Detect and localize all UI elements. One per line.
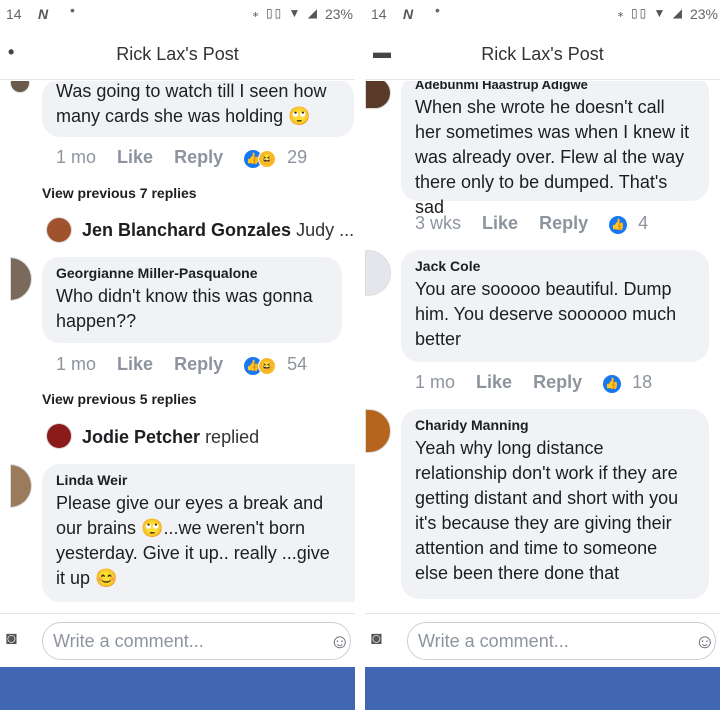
haha-reaction-icon: 😆 xyxy=(258,357,277,375)
like-button[interactable]: Like xyxy=(476,372,512,393)
comment-time: 1 mo xyxy=(56,147,97,167)
post-header: • Rick Lax's Post xyxy=(0,30,355,80)
battery-level: 23% xyxy=(324,6,353,22)
status-bar: 14 N • ⁎ ▯▯ ▼ ◢ 23% xyxy=(365,0,720,30)
camera-icon[interactable]: ◙ xyxy=(371,628,382,649)
view-previous-replies[interactable]: View previous 5 replies xyxy=(42,391,197,407)
comment-input[interactable]: Write a comment... ☺ xyxy=(407,622,716,660)
avatar[interactable] xyxy=(10,81,30,93)
comment-bubble: Charidy Manning Yeah why long distance r… xyxy=(401,409,709,599)
divider xyxy=(355,0,365,720)
reply-button[interactable]: Reply xyxy=(533,372,582,393)
reply-snippet: replied xyxy=(205,427,260,447)
system-icons: ⁎ ▯▯ ▼ ◢ xyxy=(252,6,319,20)
comment-placeholder: Write a comment... xyxy=(418,631,569,651)
reply-button[interactable]: Reply xyxy=(539,213,588,234)
battery-level: 23% xyxy=(689,6,718,22)
avatar[interactable] xyxy=(10,257,32,301)
avatar[interactable] xyxy=(365,81,391,109)
haha-reaction-icon: 😆 xyxy=(258,150,277,168)
page-title: Rick Lax's Post xyxy=(116,44,239,64)
comment-text: When she wrote he doesn't call her somet… xyxy=(415,97,690,217)
reply-author: Jodie Petcher xyxy=(82,427,201,447)
reply-button[interactable]: Reply xyxy=(174,354,223,375)
comment-text: Please give our eyes a break and our bra… xyxy=(56,493,330,588)
avatar[interactable] xyxy=(10,464,32,508)
notification-icon: N xyxy=(403,6,414,22)
reaction-icons[interactable]: 👍 xyxy=(609,214,628,235)
like-button[interactable]: Like xyxy=(117,354,153,375)
system-icons: ⁎ ▯▯ ▼ ◢ xyxy=(617,6,684,20)
comment-author[interactable]: Adebunmi Haastrup Adigwe xyxy=(415,81,695,92)
reply-author: Jen Blanchard Gonzales xyxy=(82,220,292,240)
status-dot: • xyxy=(435,2,440,18)
comment-bubble: Jack Cole You are sooooo beautiful. Dump… xyxy=(401,250,709,362)
notification-icon: N xyxy=(38,6,49,22)
comment-bubble: Linda Weir Please give our eyes a break … xyxy=(42,464,355,602)
comment-text: You are sooooo beautiful. Dump him. You … xyxy=(415,279,677,349)
comment-time: 1 mo xyxy=(415,372,456,392)
bottom-bar xyxy=(0,667,355,710)
comment-author[interactable]: Linda Weir xyxy=(56,472,341,488)
camera-icon[interactable]: ◙ xyxy=(6,628,17,649)
comment-text: Was going to watch till I seen how many … xyxy=(56,81,327,126)
comment-time: 3 wks xyxy=(415,213,462,233)
status-time: 14 xyxy=(371,6,387,22)
comment-time: 1 mo xyxy=(56,354,97,374)
comment-actions: 1 mo Like Reply 👍😆 54 xyxy=(56,354,307,376)
left-screenshot: 14 N • ⁎ ▯▯ ▼ ◢ 23% • Rick Lax's Post Wa… xyxy=(0,0,355,720)
comment-bubble: Was going to watch till I seen how many … xyxy=(42,81,354,137)
like-button[interactable]: Like xyxy=(482,213,518,234)
status-dot: • xyxy=(70,2,75,18)
avatar[interactable] xyxy=(365,250,391,296)
reaction-count[interactable]: 29 xyxy=(287,147,307,167)
view-previous-replies[interactable]: View previous 7 replies xyxy=(42,185,197,201)
reaction-count[interactable]: 4 xyxy=(638,213,648,233)
like-button[interactable]: Like xyxy=(117,147,153,168)
bottom-bar xyxy=(365,667,720,710)
avatar[interactable] xyxy=(365,409,391,453)
status-bar: 14 N • ⁎ ▯▯ ▼ ◢ 23% xyxy=(0,0,355,30)
reaction-icons[interactable]: 👍 xyxy=(603,373,622,394)
comment-composer: ◙ Write a comment... ☺ xyxy=(365,613,720,667)
comments-list: Adebunmi Haastrup Adigwe When she wrote … xyxy=(365,81,720,613)
emoji-icon[interactable]: ☺ xyxy=(330,631,350,654)
comment-author[interactable]: Jack Cole xyxy=(415,258,695,274)
like-reaction-icon: 👍 xyxy=(609,216,628,234)
emoji-icon[interactable]: ☺ xyxy=(695,631,715,654)
like-reaction-icon: 👍 xyxy=(603,375,622,393)
reply-button[interactable]: Reply xyxy=(174,147,223,168)
page-title: Rick Lax's Post xyxy=(481,44,604,64)
comment-author[interactable]: Georgianne Miller-Pasqualone xyxy=(56,265,328,281)
reply-snippet: Judy ... xyxy=(296,220,355,240)
post-header: ▬ Rick Lax's Post xyxy=(365,30,720,80)
reaction-count[interactable]: 18 xyxy=(632,372,652,392)
comment-placeholder: Write a comment... xyxy=(53,631,204,651)
status-time: 14 xyxy=(6,6,22,22)
reply-preview[interactable]: Jen Blanchard Gonzales Judy ... xyxy=(82,220,354,241)
reaction-icons[interactable]: 👍😆 xyxy=(244,148,277,169)
comment-author[interactable]: Charidy Manning xyxy=(415,417,695,433)
comment-actions: 1 mo Like Reply 👍 18 xyxy=(415,372,652,394)
comment-text: Yeah why long distance relationship don'… xyxy=(415,438,679,583)
comment-actions: 1 mo Like Reply 👍😆 29 xyxy=(56,147,307,169)
avatar[interactable] xyxy=(46,217,72,243)
comment-bubble: Adebunmi Haastrup Adigwe When she wrote … xyxy=(401,81,709,217)
reply-preview[interactable]: Jodie Petcher replied xyxy=(82,427,259,448)
comments-list: Was going to watch till I seen how many … xyxy=(0,81,355,613)
comment-text: Who didn't know this was gonna happen?? xyxy=(56,286,313,331)
avatar[interactable] xyxy=(46,423,72,449)
reaction-count[interactable]: 54 xyxy=(287,354,307,374)
reaction-icons[interactable]: 👍😆 xyxy=(244,355,277,376)
comment-composer: ◙ Write a comment... ☺ xyxy=(0,613,355,667)
right-screenshot: 14 N • ⁎ ▯▯ ▼ ◢ 23% ▬ Rick Lax's Post Ad… xyxy=(365,0,720,720)
comment-input[interactable]: Write a comment... ☺ xyxy=(42,622,351,660)
comment-bubble: Georgianne Miller-Pasqualone Who didn't … xyxy=(42,257,342,343)
comment-actions: 3 wks Like Reply 👍 4 xyxy=(415,213,648,235)
